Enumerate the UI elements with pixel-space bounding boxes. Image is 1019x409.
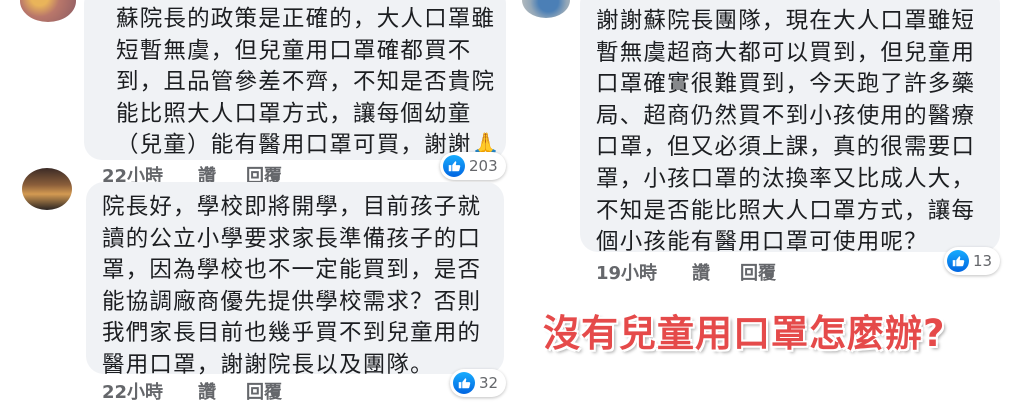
like-link[interactable]: 讚	[198, 378, 216, 404]
comment-line: 個小孩能有醫用口罩可使用呢？	[596, 229, 928, 256]
reaction-count-badge[interactable]: 13	[944, 247, 1001, 275]
comment-text: 謝謝蘇院長團隊，現在大人口罩雖短 暫無虞超商大都可以買到，但兒童用 口罩確實很難…	[596, 6, 975, 259]
like-link[interactable]: 讚	[692, 259, 710, 285]
comment-line: 不知是否能比照大人口罩方式，讓每	[596, 197, 976, 224]
reply-link[interactable]: 回覆	[740, 259, 776, 285]
comment-line: 院長好，學校即將開學，目前孩子就	[102, 194, 482, 220]
comment-line: 我們家長目前也幾乎買不到兒童用的	[102, 320, 482, 347]
reaction-count: 13	[973, 252, 993, 270]
comment-line: 局、超商仍然買不到小孩使用的醫療	[596, 102, 976, 129]
comment-text: 院長好，學校即將開學，目前孩子就 讀的公立小學要求家長準備孩子的口 罩，因為學校…	[102, 192, 481, 382]
comment-line: 讀的公立小學要求家長準備孩子的口	[102, 225, 482, 252]
comment-line: 口罩確實很難買到，今天跑了許多藥	[596, 71, 976, 98]
avatar[interactable]	[522, 0, 570, 18]
comment-line: 謝謝蘇院長團隊，現在大人口罩雖短	[596, 8, 976, 34]
comment-line: 蘇院長的政策是正確的，大人口罩雖	[116, 6, 496, 32]
comment-line: 暫無虞超商大都可以買到，但兒童用	[596, 39, 976, 66]
timestamp[interactable]: 19小時	[596, 259, 657, 285]
reaction-count-badge[interactable]: 32	[450, 369, 507, 397]
like-thumb-icon	[443, 155, 465, 177]
comment-line: 醫用口罩，謝謝院長以及團隊。	[102, 351, 434, 378]
comment-line: 口罩，但又必須上課，真的很需要口	[596, 134, 976, 161]
like-thumb-icon	[453, 372, 475, 394]
reaction-count-badge[interactable]: 203	[440, 152, 506, 180]
avatar[interactable]	[20, 0, 76, 22]
comment-line: 能比照大人口罩方式，讓每個幼童	[116, 100, 472, 127]
comment-line: 罩，因為學校也不一定能買到，是否	[102, 257, 482, 284]
reply-link[interactable]: 回覆	[246, 378, 282, 404]
timestamp[interactable]: 22小時	[102, 378, 163, 404]
comment-line: 罩，小孩口罩的汰換率又比成人大，	[596, 165, 976, 192]
comment-line: 到，且品管參差不齊，不知是否貴院	[116, 69, 496, 96]
comment-line: 短暫無虞，但兒童用口罩確都買不	[116, 37, 472, 64]
comment-text: 蘇院長的政策是正確的，大人口罩雖 短暫無虞，但兒童用口罩確都買不 到，且品管參差…	[116, 4, 501, 162]
reaction-count: 203	[469, 157, 498, 175]
headline-caption: 沒有兒童用口罩怎麼辦?	[543, 312, 946, 355]
like-thumb-icon	[947, 250, 969, 272]
reaction-count: 32	[479, 374, 499, 392]
comment-line: 能協調廠商優先提供學校需求？否則	[102, 288, 482, 315]
avatar[interactable]	[22, 168, 72, 210]
